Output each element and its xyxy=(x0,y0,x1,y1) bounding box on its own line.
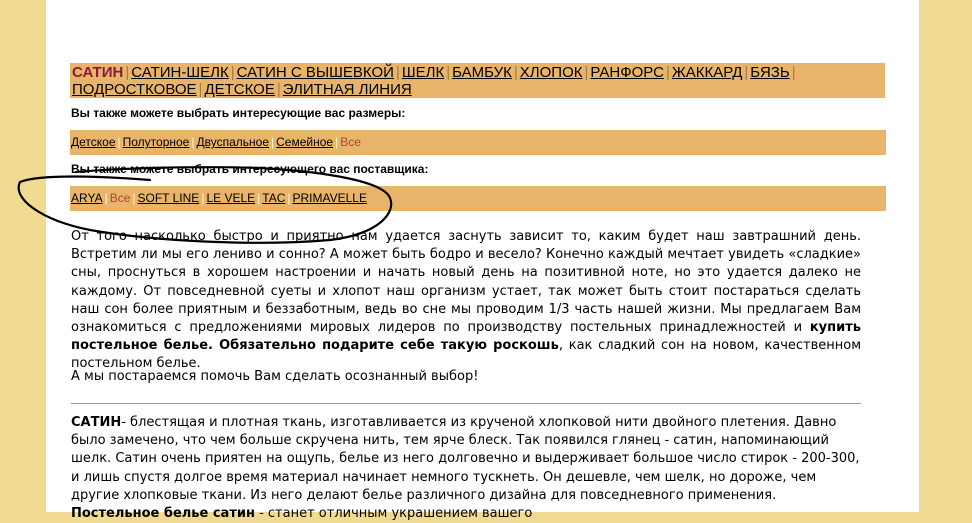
size-double[interactable]: Двуспальное xyxy=(196,135,269,149)
supplier-filter: ARYA | Все | SOFT LINE | LE VELE | TAC | PRIMAVELL… xyxy=(70,186,886,211)
satin-text: - блестящая и плотная ткань, изготавлива… xyxy=(71,415,860,503)
supplier-all-current: Все xyxy=(109,191,131,205)
category-nav: САТИН | САТИН-ШЕЛК | САТИН С ВЫШЕВКОЙ | ШЕЛК | Б… xyxy=(70,63,885,98)
category-ranfors[interactable]: РАНФОРС xyxy=(590,64,664,81)
satin-description: САТИН- блестящая и плотная ткань, изгота… xyxy=(71,414,861,523)
category-teen[interactable]: ПОДРОСТКОВОЕ xyxy=(72,81,197,98)
category-byaz[interactable]: БЯЗЬ xyxy=(750,64,789,81)
supplier-arya[interactable]: ARYA xyxy=(71,191,103,205)
satin-text-end: - станет отличным украшением вашего xyxy=(254,506,533,522)
size-all-current: Все xyxy=(340,135,361,149)
size-filter: Детское | Полуторное | Двуспальное | Семейное |… xyxy=(70,130,886,155)
intro-paragraph: От того насколько быстро и приятно нам у… xyxy=(71,228,861,374)
satin-term: САТИН xyxy=(71,415,122,430)
supplier-primavelle[interactable]: PRIMAVELLE xyxy=(293,191,367,205)
size-kids[interactable]: Детское xyxy=(71,135,116,149)
supplier-le-vele[interactable]: LE VELE xyxy=(206,191,255,205)
suppliers-label: Вы также можете выбрать интересующего ва… xyxy=(71,162,429,176)
category-satin-embroidery[interactable]: САТИН С ВЫШЕВКОЙ xyxy=(237,64,394,81)
content-page: САТИН | САТИН-ШЕЛК | САТИН С ВЫШЕВКОЙ | ШЕЛК | Б… xyxy=(46,0,919,521)
category-silk[interactable]: ШЕЛК xyxy=(402,64,444,81)
supplier-soft-line[interactable]: SOFT LINE xyxy=(138,191,200,205)
category-bamboo[interactable]: БАМБУК xyxy=(452,64,512,81)
category-jacquard[interactable]: ЖАККАРД xyxy=(672,64,743,81)
category-satin-silk[interactable]: САТИН-ШЕЛК xyxy=(131,64,228,81)
size-family[interactable]: Семейное xyxy=(276,135,333,149)
divider xyxy=(71,403,861,404)
satin-bold: Постельное белье сатин xyxy=(71,506,255,522)
intro-text: От того насколько быстро и приятно нам у… xyxy=(71,229,861,336)
category-current: САТИН xyxy=(72,64,124,81)
category-elite[interactable]: ЭЛИТНАЯ ЛИНИЯ xyxy=(283,81,412,98)
supplier-tac[interactable]: TAC xyxy=(262,191,285,205)
category-cotton[interactable]: ХЛОПОК xyxy=(520,64,583,81)
size-single[interactable]: Полуторное xyxy=(123,135,190,149)
sizes-label: Вы также можете выбрать интересующие вас… xyxy=(71,106,406,120)
category-kids[interactable]: ДЕТСКОЕ xyxy=(204,81,274,98)
intro-closing: А мы постараемся помочь Вам сделать осоз… xyxy=(71,369,479,384)
intro-bold-text: . Обязательно подарите себе такую роскош… xyxy=(208,338,559,354)
